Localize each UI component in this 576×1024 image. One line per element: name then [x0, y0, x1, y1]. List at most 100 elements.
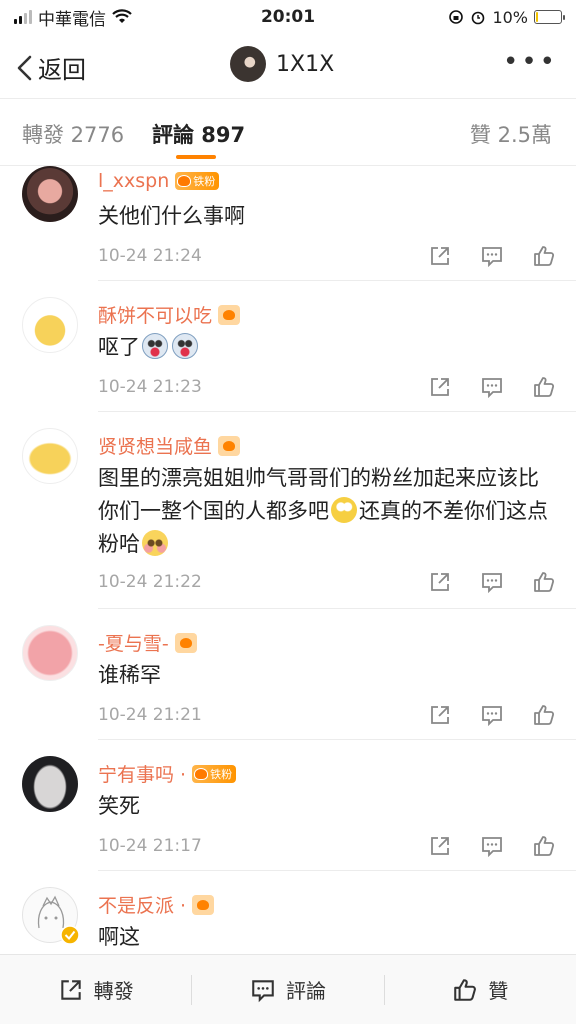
like-button[interactable] [532, 570, 556, 594]
tab-likes[interactable]: 贊 2.5萬 [470, 119, 552, 149]
comment-icon [482, 573, 502, 594]
repost-button[interactable] [428, 244, 452, 268]
chevron-left-icon [17, 55, 32, 80]
username[interactable]: 宁有事吗 · [98, 760, 186, 787]
repost-button[interactable] [428, 703, 452, 727]
pleading-emoji-icon [142, 530, 168, 556]
thumbs-up-icon [534, 836, 555, 856]
reply-button[interactable] [480, 703, 504, 727]
badge-label: 铁粉 [210, 767, 233, 781]
divider [98, 870, 576, 871]
like-label: 贊 [488, 979, 509, 1003]
comment-text-value: 呕了 [98, 335, 140, 359]
comment-icon [482, 706, 502, 727]
reply-button[interactable] [480, 570, 504, 594]
share-icon [431, 706, 449, 724]
username-row: 贤贤想当咸鱼 [98, 432, 241, 459]
fan-badge-icon [174, 632, 197, 653]
thumbs-up-icon [454, 978, 477, 1001]
signal-icon [14, 10, 32, 24]
tab-comments[interactable]: 評論 897 [152, 119, 245, 149]
comment-text: 谁稀罕 [98, 663, 161, 687]
badge-label: 铁粉 [193, 175, 216, 188]
reply-button[interactable] [480, 244, 504, 268]
repost-label: 轉發 [93, 979, 134, 1003]
status-time: 20:01 [260, 7, 316, 27]
divider [98, 608, 576, 609]
avatar[interactable] [22, 166, 78, 222]
like-button[interactable]: 贊 [385, 975, 576, 1004]
fan-badge-icon [218, 435, 241, 456]
repost-button[interactable] [428, 375, 452, 399]
wifi-icon [112, 9, 132, 23]
username[interactable]: 不是反派 · [98, 891, 186, 918]
back-button[interactable]: 返回 [14, 50, 86, 85]
username-row: 酥饼不可以吃 [98, 301, 241, 328]
lock-rotation-icon [449, 10, 464, 24]
scream-emoji-icon [172, 333, 198, 359]
avatar[interactable] [22, 297, 78, 353]
comment-actions [428, 244, 556, 268]
share-icon [60, 979, 81, 1000]
comment-time: 10-24 21:22 [98, 572, 202, 592]
comment-time: 10-24 21:23 [98, 377, 202, 397]
carrier-label: 中華電信 [38, 9, 106, 30]
like-button[interactable] [532, 375, 556, 399]
comment-icon [482, 837, 502, 858]
repost-button[interactable]: 轉發 [0, 975, 191, 1004]
tab-bar: 轉發 2776 評論 897 贊 2.5萬 [0, 98, 576, 166]
thumbs-up-icon [534, 377, 555, 397]
comment-icon [252, 979, 274, 1002]
bottom-action-bar: 轉發 評論 贊 [0, 954, 576, 1024]
page-title: 1X1X [276, 51, 335, 77]
like-button[interactable] [532, 703, 556, 727]
repost-button[interactable] [428, 834, 452, 858]
avatar[interactable] [22, 625, 78, 681]
share-icon [431, 378, 449, 396]
tab-reposts[interactable]: 轉發 2776 [22, 119, 124, 149]
comment-icon [482, 247, 502, 268]
comment-text: 图里的漂亮姐姐帅气哥哥们的粉丝加起来应该比你们一整个国的人都多吧 还真的不差你们这… [98, 462, 548, 561]
more-options-button[interactable]: ••• [503, 49, 558, 75]
back-label: 返回 [38, 56, 86, 84]
thumbs-up-icon [534, 246, 555, 266]
username[interactable]: -夏与雪- [98, 629, 169, 656]
divider [98, 739, 576, 740]
active-tab-indicator [176, 155, 216, 159]
avatar[interactable] [22, 756, 78, 812]
divider [98, 411, 576, 412]
username[interactable]: 贤贤想当咸鱼 [98, 432, 212, 459]
eye-roll-emoji-icon [331, 497, 357, 523]
share-icon [431, 573, 449, 591]
comment-icon [482, 378, 502, 399]
avatar[interactable] [230, 46, 266, 82]
battery-percent: 10% [492, 7, 528, 27]
comment-text: 关他们什么事啊 [98, 204, 245, 228]
nav-bar: 返回 1X1X ••• [0, 34, 576, 96]
repost-button[interactable] [428, 570, 452, 594]
comment-actions [428, 570, 556, 594]
nav-center[interactable]: 1X1X [230, 46, 334, 82]
username-row: -夏与雪- [98, 629, 197, 656]
avatar[interactable] [22, 428, 78, 484]
comment-actions [428, 703, 556, 727]
comment-actions [428, 834, 556, 858]
comment-button[interactable]: 評論 [192, 975, 383, 1004]
comment-time: 10-24 21:24 [98, 246, 202, 266]
battery-icon [534, 10, 565, 24]
fan-badge-icon [218, 304, 241, 325]
battery-fill [536, 12, 539, 22]
reply-button[interactable] [480, 375, 504, 399]
username[interactable]: 酥饼不可以吃 [98, 301, 212, 328]
status-left: 中華電信 [14, 5, 214, 30]
like-button[interactable] [532, 244, 556, 268]
username[interactable]: l_xxspn [98, 170, 169, 192]
like-button[interactable] [532, 834, 556, 858]
username-row: 宁有事吗 · 铁粉 [98, 760, 237, 787]
comment-text: 笑死 [98, 794, 140, 818]
verified-icon [60, 925, 80, 945]
reply-button[interactable] [480, 834, 504, 858]
thumbs-up-icon [534, 572, 555, 592]
fan-badge-icon [192, 894, 215, 915]
scream-emoji-icon [142, 333, 168, 359]
